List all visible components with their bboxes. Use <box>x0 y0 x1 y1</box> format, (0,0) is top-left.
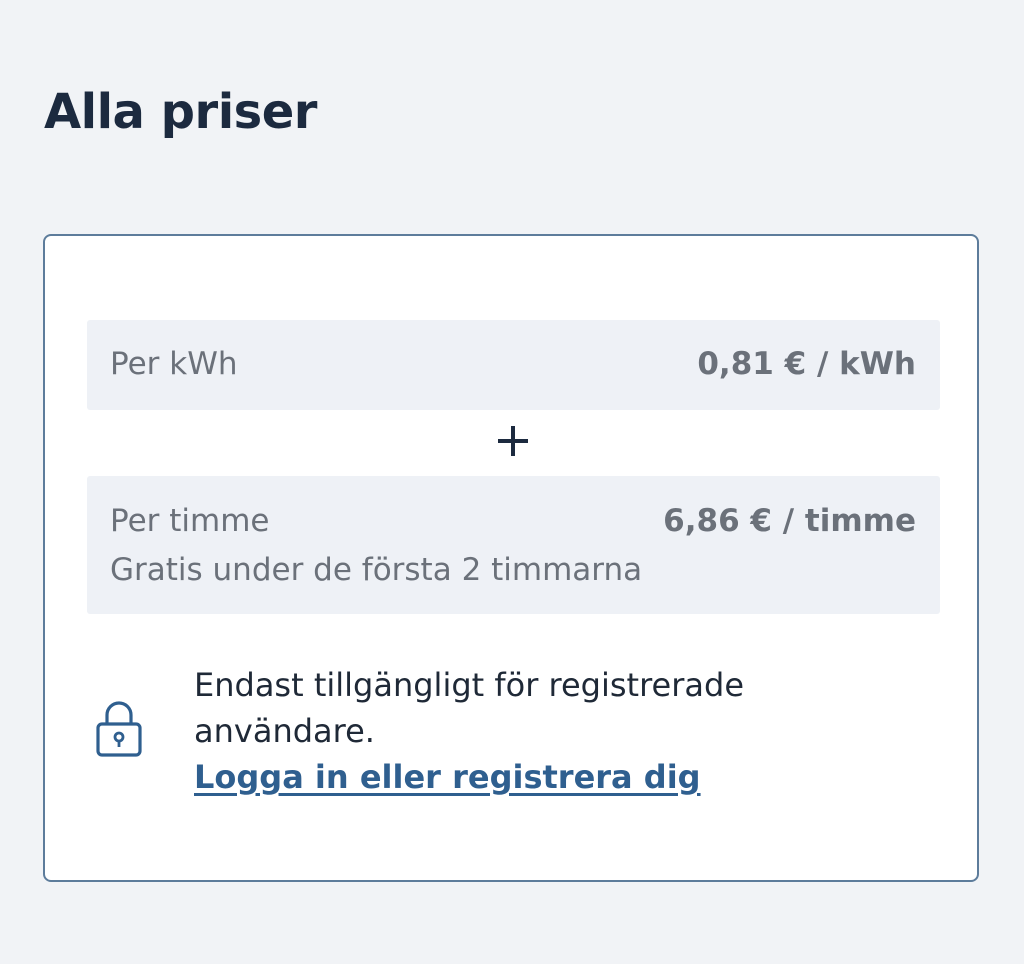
per-hour-value: 6,86 € / timme <box>663 503 916 539</box>
price-row-per-kwh: Per kWh 0,81 € / kWh <box>87 320 940 410</box>
lock-icon <box>96 701 142 757</box>
login-register-link[interactable]: Logga in eller registrera dig <box>194 754 701 800</box>
price-row-per-hour: Per timme 6,86 € / timme Gratis under de… <box>87 476 940 614</box>
free-hours-note: Gratis under de första 2 timmarna <box>110 552 643 588</box>
per-hour-label: Per timme <box>110 503 270 539</box>
restriction-message: Endast tillgängligt för registrerade anv… <box>194 662 914 800</box>
per-kwh-value: 0,81 € / kWh <box>697 346 916 382</box>
page-title: Alla priser <box>44 84 317 140</box>
price-card: Per kWh 0,81 € / kWh Per timme 6,86 € / … <box>43 234 979 882</box>
restriction-message-line1: Endast tillgängligt för registrerade <box>194 666 744 704</box>
plus-icon <box>498 426 528 456</box>
per-kwh-label: Per kWh <box>110 346 238 382</box>
restriction-message-line2: användare. <box>194 712 375 750</box>
